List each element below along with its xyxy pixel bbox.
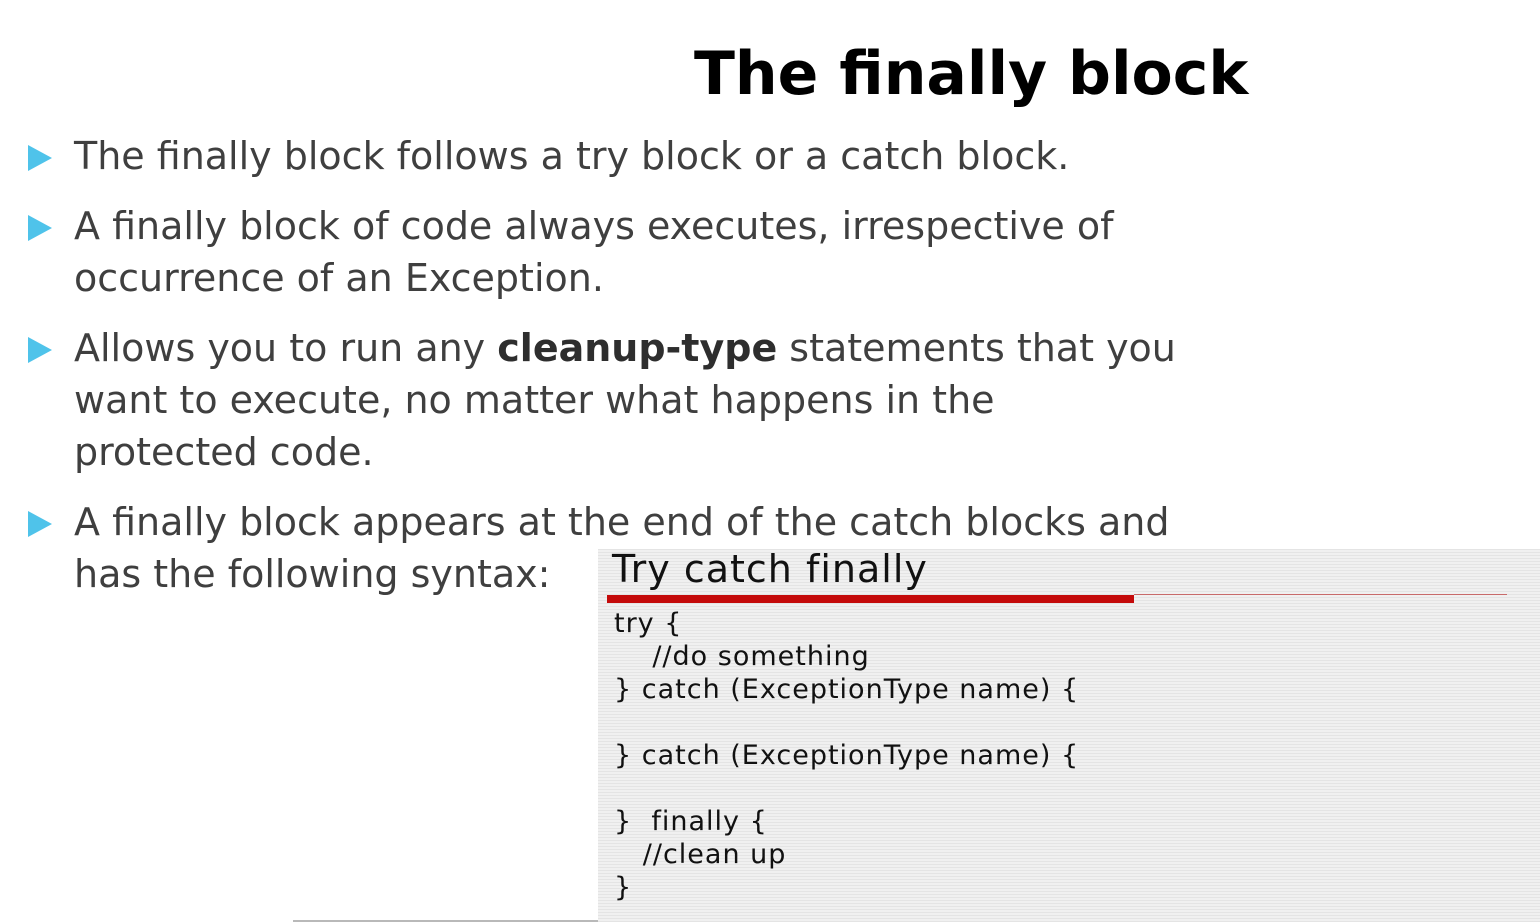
bullet-text-line: has the following syntax: (74, 552, 551, 596)
bullet-text-line: A finally block appears at the end of th… (74, 500, 1170, 544)
title-underline-rule (1134, 594, 1507, 595)
code-image-title: Try catch finally (612, 549, 928, 591)
bullet-item: The finally block follows a try block or… (28, 130, 1214, 182)
title-underline-accent (607, 595, 1134, 603)
code-snippet: try { //do something } catch (ExceptionT… (614, 608, 1080, 903)
bullet-text-line: want to execute, no matter what happens … (74, 378, 995, 422)
slide-title: The finally block (694, 39, 1249, 109)
bullet-text-line: A finally block of code always executes,… (74, 204, 1114, 248)
bullet-item: A finally block of code always executes,… (28, 200, 1214, 304)
code-example-image: Try catch finally try { //do something }… (598, 549, 1540, 922)
triangle-bullet-icon (28, 145, 52, 171)
bullet-text-line: protected code. (74, 430, 374, 474)
triangle-bullet-icon (28, 215, 52, 241)
bullet-text: Allows you to run any (74, 326, 498, 370)
triangle-bullet-icon (28, 337, 52, 363)
triangle-bullet-icon (28, 511, 52, 537)
bullet-text-line: occurrence of an Exception. (74, 256, 604, 300)
bullet-text: statements that you (777, 326, 1176, 370)
bullet-item: Allows you to run any cleanup-type state… (28, 322, 1214, 478)
bullet-text: The finally block follows a try block or… (74, 134, 1070, 178)
bullet-emphasis: cleanup-type (497, 326, 778, 370)
